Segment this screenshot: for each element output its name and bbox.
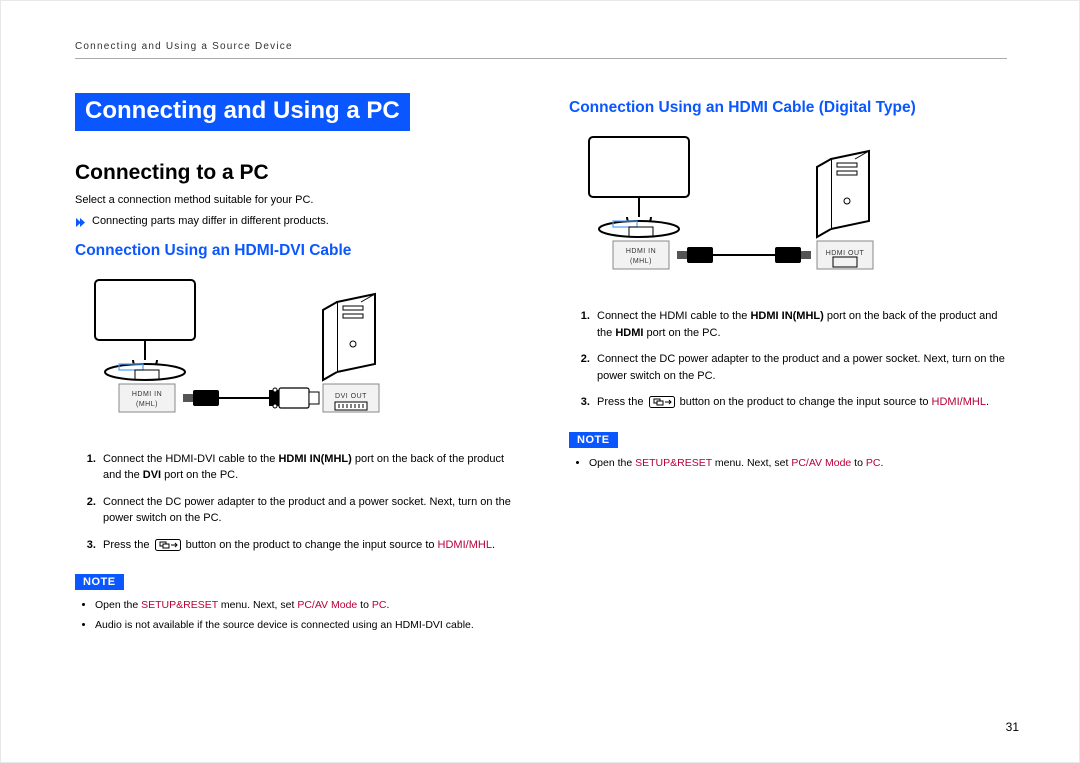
pc-tower-outline	[323, 294, 375, 380]
cable-hdmi-dvi	[183, 388, 319, 408]
step-2: Connect the DC power adapter to the prod…	[593, 351, 1007, 384]
manual-page: Connecting and Using a Source Device Con…	[0, 0, 1080, 763]
monitor-outline	[589, 137, 689, 237]
left-column: Connecting and Using a PC Connecting to …	[75, 93, 513, 638]
note-1: Open the SETUP&RESET menu. Next, set PC/…	[589, 456, 1007, 472]
notes-list-left: Open the SETUP&RESET menu. Next, set PC/…	[81, 598, 513, 634]
running-head: Connecting and Using a Source Device	[75, 41, 1007, 59]
page-number: 31	[1006, 720, 1019, 734]
steps-list-right: Connect the HDMI cable to the HDMI IN(MH…	[575, 308, 1007, 414]
step-1: Connect the HDMI-DVI cable to the HDMI I…	[99, 451, 513, 484]
port-out-label: HDMI OUT	[826, 250, 865, 257]
port-in-sub: (MHL)	[136, 401, 158, 408]
connection-diagram-dvi: HDMI IN (MHL)	[75, 272, 513, 437]
port-in-label: HDMI IN	[626, 248, 656, 255]
step-1: Connect the HDMI cable to the HDMI IN(MH…	[593, 308, 1007, 341]
step-3: Press the button on the product to chang…	[593, 394, 1007, 414]
blue-arrow-icon	[75, 217, 86, 228]
intro-bullet: Connecting parts may differ in different…	[75, 215, 513, 228]
step-3: Press the button on the product to chang…	[99, 537, 513, 557]
source-button-icon	[649, 396, 675, 414]
note-label-left: NOTE	[75, 574, 124, 590]
monitor-outline	[95, 280, 195, 380]
note-1: Open the SETUP&RESET menu. Next, set PC/…	[95, 598, 513, 614]
section-heading: Connecting to a PC	[75, 161, 513, 185]
note-label-right: NOTE	[569, 432, 618, 448]
right-column: Connection Using an HDMI Cable (Digital …	[569, 93, 1007, 638]
subsection-heading-left: Connection Using an HDMI-DVI Cable	[75, 242, 513, 260]
connection-diagram-hdmi: HDMI IN (MHL)	[569, 129, 1007, 294]
two-column-layout: Connecting and Using a PC Connecting to …	[75, 93, 1007, 638]
pc-tower-outline	[817, 151, 869, 237]
port-out-label: DVI OUT	[335, 393, 367, 400]
port-in-label: HDMI IN	[132, 391, 162, 398]
subsection-heading-right: Connection Using an HDMI Cable (Digital …	[569, 99, 1007, 117]
step-2: Connect the DC power adapter to the prod…	[99, 494, 513, 527]
intro-text: Select a connection method suitable for …	[75, 193, 513, 209]
source-button-icon	[155, 539, 181, 557]
steps-list-left: Connect the HDMI-DVI cable to the HDMI I…	[81, 451, 513, 557]
intro-bullet-text: Connecting parts may differ in different…	[92, 215, 329, 227]
chapter-heading: Connecting and Using a PC	[75, 93, 410, 131]
cable-hdmi-hdmi	[677, 247, 811, 263]
note-2: Audio is not available if the source dev…	[95, 618, 513, 634]
port-in-sub: (MHL)	[630, 258, 652, 265]
notes-list-right: Open the SETUP&RESET menu. Next, set PC/…	[575, 456, 1007, 472]
